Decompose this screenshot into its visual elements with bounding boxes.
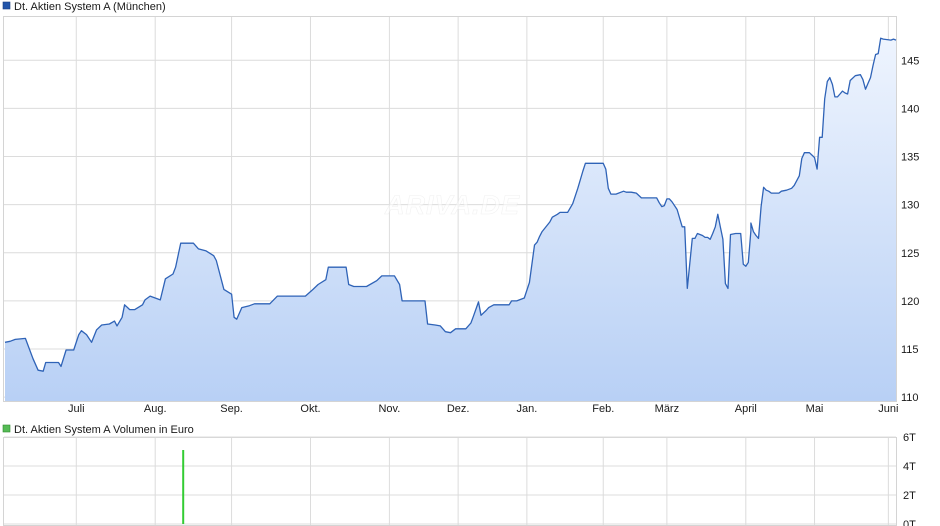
volume-legend: Dt. Aktien System A Volumen in Euro bbox=[2, 424, 194, 436]
price-x-tick-label: Nov. bbox=[378, 403, 400, 415]
price-x-tick-label: Jan. bbox=[516, 403, 537, 415]
volume-y-axis-labels: 0T 2T 4T 6T bbox=[903, 432, 916, 526]
price-x-tick-label: Juli bbox=[68, 403, 85, 415]
ariva-watermark: ARIVA.DE bbox=[384, 190, 520, 221]
price-x-tick-label: Feb. bbox=[592, 403, 614, 415]
volume-chart-title: Dt. Aktien System A Volumen in Euro bbox=[14, 424, 194, 436]
volume-plot-area bbox=[3, 437, 897, 526]
price-legend: Dt. Aktien System A (München) bbox=[2, 1, 166, 13]
chart-canvas: Dt. Aktien System A (München) ARIVA.DE 1… bbox=[2, 1, 919, 526]
volume-y-tick-label: 0T bbox=[903, 519, 916, 526]
price-y-tick-label: 140 bbox=[901, 103, 919, 115]
price-y-tick-label: 130 bbox=[901, 200, 919, 212]
price-chart-title: Dt. Aktien System A (München) bbox=[14, 1, 166, 13]
price-x-tick-label: Juni bbox=[878, 403, 898, 415]
price-x-tick-label: Mai bbox=[806, 403, 824, 415]
volume-legend-swatch bbox=[2, 424, 11, 433]
price-y-tick-label: 135 bbox=[901, 152, 919, 164]
price-y-tick-label: 115 bbox=[901, 344, 919, 356]
price-x-tick-label: März bbox=[655, 403, 679, 415]
volume-y-tick-label: 6T bbox=[903, 432, 916, 444]
price-y-tick-label: 110 bbox=[901, 392, 919, 404]
watermark-text: ARIVA.DE bbox=[384, 190, 520, 220]
price-x-tick-label: Dez. bbox=[447, 403, 470, 415]
price-x-tick-label: Okt. bbox=[300, 403, 320, 415]
price-x-tick-label: April bbox=[735, 403, 757, 415]
price-y-tick-label: 125 bbox=[901, 248, 919, 260]
volume-y-tick-label: 2T bbox=[903, 490, 916, 502]
volume-y-tick-label: 4T bbox=[903, 461, 916, 473]
price-y-tick-label: 145 bbox=[901, 55, 919, 67]
price-y-axis-labels: 110 115 120 125 130 135 140 145 bbox=[901, 55, 919, 404]
price-x-axis-labels: Juli Aug. Sep. Okt. Nov. Dez. Jan. Feb. März Apri… bbox=[68, 403, 898, 415]
price-x-tick-label: Aug. bbox=[144, 403, 167, 415]
price-legend-swatch bbox=[2, 1, 11, 10]
price-x-tick-label: Sep. bbox=[220, 403, 243, 415]
price-y-tick-label: 120 bbox=[901, 296, 919, 308]
